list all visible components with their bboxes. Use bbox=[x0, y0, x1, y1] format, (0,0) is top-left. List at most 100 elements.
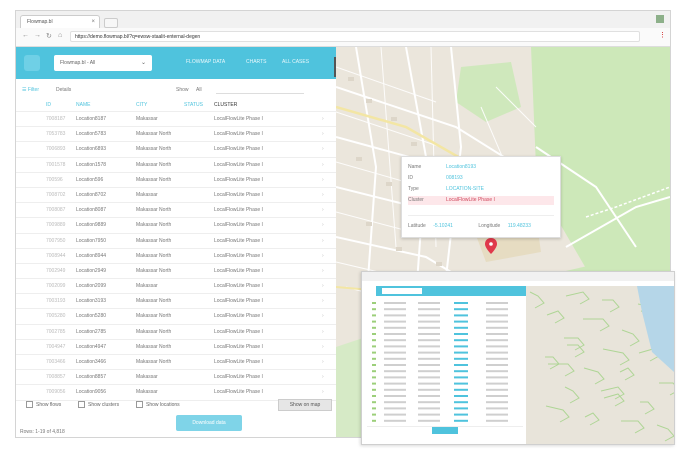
row-chevron-icon[interactable]: › bbox=[322, 142, 324, 156]
tab-strip: Flowmap.bl × bbox=[16, 11, 670, 28]
table-cell: LocalFlowLite Phase I bbox=[214, 252, 263, 259]
row-chevron-icon[interactable]: › bbox=[322, 173, 324, 187]
table-cell: Makassar North bbox=[136, 146, 172, 153]
table-cell: Makassar North bbox=[136, 298, 172, 305]
mini-table-bar bbox=[372, 407, 376, 410]
table-row[interactable]: 7001578 Location1578 Makassar North LocalFl… bbox=[16, 158, 336, 173]
nav-link-cases[interactable]: ALL CASES bbox=[282, 59, 309, 65]
table-row[interactable]: 7008187 Location8187 Makassar LocalFlowLite… bbox=[16, 112, 336, 128]
table-cell: Makassar North bbox=[136, 207, 172, 214]
table-body: 7008187 Location8187 Makassar LocalFlowLite… bbox=[16, 112, 336, 401]
popup-key: Name bbox=[408, 164, 422, 170]
nav-link-charts[interactable]: CHARTS bbox=[246, 59, 266, 65]
mini-table-bar bbox=[372, 357, 376, 360]
table-row[interactable]: 7003466 Location3466 Makassar North LocalFl… bbox=[16, 355, 336, 371]
table-cell: Location5783 bbox=[76, 131, 107, 138]
table-row[interactable]: 7008857 Location8857 Makassar LocalFlowLite… bbox=[16, 370, 336, 386]
extension-icon[interactable] bbox=[656, 15, 664, 23]
mini-table-bar bbox=[418, 413, 440, 416]
table-row[interactable]: 7007950 Location7950 Makassar North LocalFl… bbox=[16, 234, 336, 249]
row-chevron-icon[interactable]: › bbox=[322, 158, 324, 172]
mini-table-bar bbox=[384, 401, 406, 404]
row-chevron-icon[interactable]: › bbox=[322, 340, 324, 354]
popup-row: ID 008193 bbox=[408, 174, 554, 183]
table-row[interactable]: 7008944 Location8944 Makassar North LocalFl… bbox=[16, 249, 336, 264]
browser-tab[interactable]: Flowmap.bl × bbox=[20, 15, 100, 28]
new-tab-button[interactable] bbox=[104, 18, 118, 28]
nav-link-data[interactable]: FLOWMAP DATA bbox=[186, 59, 225, 65]
search-input[interactable] bbox=[216, 87, 304, 94]
details-link[interactable]: Details bbox=[56, 84, 71, 96]
table-row[interactable]: 700596 Location596 Makassar North LocalFlow… bbox=[16, 173, 336, 188]
mini-table-bar bbox=[372, 308, 376, 311]
row-chevron-icon[interactable]: › bbox=[322, 355, 324, 369]
mini-table-bar bbox=[372, 314, 376, 317]
column-header[interactable]: CLUSTER bbox=[214, 99, 237, 111]
show-on-map-button[interactable]: Show on map bbox=[278, 399, 332, 411]
download-button[interactable]: Download data bbox=[176, 415, 242, 431]
filter-link[interactable]: ☰ Filter bbox=[22, 84, 39, 96]
row-chevron-icon[interactable]: › bbox=[322, 188, 324, 202]
table-cell: 7008944 bbox=[46, 252, 66, 259]
mini-table-bar bbox=[384, 370, 406, 373]
mini-table-bar bbox=[384, 308, 406, 311]
checkbox-locations[interactable]: Show locations bbox=[136, 401, 180, 408]
table-row[interactable]: 7005280 Location5280 Makassar North LocalFl… bbox=[16, 309, 336, 325]
checkbox-flows[interactable]: Show flows bbox=[26, 401, 61, 408]
mini-table-bar bbox=[454, 413, 468, 416]
chevron-down-icon: ⌄ bbox=[140, 60, 146, 66]
forward-icon[interactable]: → bbox=[34, 32, 41, 39]
row-chevron-icon[interactable]: › bbox=[322, 234, 324, 248]
menu-icon[interactable]: ⋮ bbox=[659, 31, 666, 39]
table-row[interactable]: 7004947 Location4947 Makassar North LocalFl… bbox=[16, 340, 336, 355]
table-row[interactable]: 7053783 Location5783 Makassar North LocalFl… bbox=[16, 127, 336, 143]
table-row[interactable]: 7009889 Location9889 Makassar North LocalFl… bbox=[16, 218, 336, 234]
mini-table-bar bbox=[384, 407, 406, 410]
table-row[interactable]: 7002949 Location2949 Makassar North LocalFl… bbox=[16, 264, 336, 280]
dataset-select[interactable]: Flowmap.bl - All ⌄ bbox=[54, 55, 152, 71]
mini-table-bar bbox=[454, 339, 468, 342]
mini-table-bar bbox=[454, 376, 468, 379]
home-icon[interactable]: ⌂ bbox=[58, 32, 62, 39]
table-header: ID NAME CITY STATUS CLUSTER bbox=[16, 99, 336, 112]
table-row[interactable]: 7006893 Location6893 Makassar North LocalFl… bbox=[16, 142, 336, 158]
row-chevron-icon[interactable]: › bbox=[322, 112, 324, 126]
popup-value: LOCATION-SITE bbox=[446, 186, 484, 192]
row-chevron-icon[interactable]: › bbox=[322, 370, 324, 384]
column-header[interactable]: STATUS bbox=[184, 99, 203, 111]
row-chevron-icon[interactable]: › bbox=[322, 279, 324, 293]
popup-row: Name Location8193 bbox=[408, 163, 554, 172]
reload-icon[interactable]: ↻ bbox=[46, 32, 52, 40]
table-row[interactable]: 7008087 Location8087 Makassar North LocalFl… bbox=[16, 203, 336, 219]
mini-table-bar bbox=[372, 326, 376, 329]
overview-image bbox=[362, 272, 674, 444]
row-chevron-icon[interactable]: › bbox=[322, 385, 324, 399]
table-cell: LocalFlowLite Phase I bbox=[214, 267, 263, 274]
table-row[interactable]: 7002099 Location2099 Makassar LocalFlowLite… bbox=[16, 279, 336, 295]
mini-table-bar bbox=[372, 395, 376, 397]
row-chevron-icon[interactable]: › bbox=[322, 249, 324, 263]
table-row[interactable]: 7008702 Location8702 Makassar LocalFlowLite… bbox=[16, 188, 336, 204]
popup-value[interactable]: Location8193 bbox=[446, 163, 476, 172]
column-header[interactable]: NAME bbox=[76, 99, 90, 111]
rows-select[interactable]: All bbox=[196, 84, 202, 96]
table-cell: 7009889 bbox=[46, 222, 66, 229]
table-cell: Location5280 bbox=[76, 313, 107, 320]
row-chevron-icon[interactable]: › bbox=[322, 127, 324, 141]
row-chevron-icon[interactable]: › bbox=[322, 325, 324, 339]
row-chevron-icon[interactable]: › bbox=[322, 203, 324, 217]
table-row[interactable]: 7003193 Location3193 Makassar North LocalFl… bbox=[16, 294, 336, 310]
url-input[interactable]: https://demo.flowmap.bl/?q=ewsw-staalit-… bbox=[70, 31, 640, 42]
table-row[interactable]: 7002785 Location2785 Makassar North LocalFl… bbox=[16, 325, 336, 340]
column-header[interactable]: CITY bbox=[136, 99, 147, 111]
row-chevron-icon[interactable]: › bbox=[322, 264, 324, 278]
mini-table-bar bbox=[384, 357, 406, 360]
back-icon[interactable]: ← bbox=[22, 32, 29, 39]
table-cell: 7004947 bbox=[46, 343, 66, 350]
row-chevron-icon[interactable]: › bbox=[322, 218, 324, 232]
mini-table-bar bbox=[418, 419, 440, 422]
row-chevron-icon[interactable]: › bbox=[322, 309, 324, 323]
column-header[interactable]: ID bbox=[46, 99, 51, 111]
checkbox-clusters[interactable]: Show clusters bbox=[78, 401, 119, 408]
row-chevron-icon[interactable]: › bbox=[322, 294, 324, 308]
